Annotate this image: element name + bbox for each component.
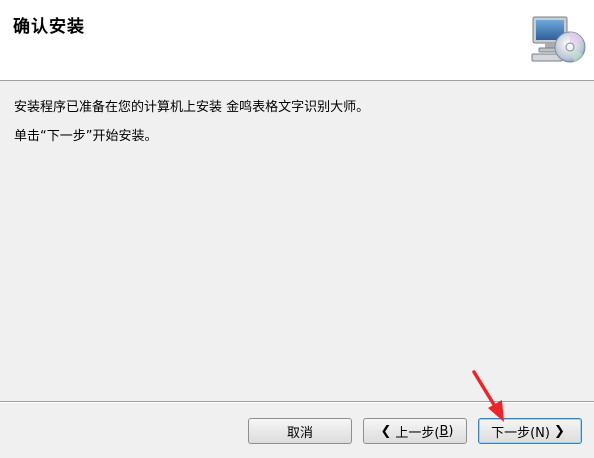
next-button-label: 下一步(N) <box>491 425 550 441</box>
header-band: 确认安装 <box>0 0 594 81</box>
back-button-accesskey: B <box>439 423 449 439</box>
installer-dialog: 确认安装 安装程序已准备在您的计算机上安装 金鸣表格文字识别大师。 单击“下一步… <box>0 0 594 458</box>
next-button[interactable]: 下一步(N) ❯ <box>478 418 582 444</box>
back-button-prefix: 上一步( <box>395 425 440 441</box>
page-title: 确认安装 <box>13 17 85 37</box>
cancel-button-label: 取消 <box>286 425 313 441</box>
back-button[interactable]: ❮ 上一步(B) <box>363 418 467 444</box>
computer-disc-icon <box>531 16 586 63</box>
chevron-left-icon: ❮ <box>380 423 392 439</box>
content-area: 安装程序已准备在您的计算机上安装 金鸣表格文字识别大师。 单击“下一步”开始安装… <box>14 99 574 157</box>
footer-divider <box>0 401 594 403</box>
back-button-suffix: ) <box>448 423 454 439</box>
install-ready-text: 安装程序已准备在您的计算机上安装 金鸣表格文字识别大师。 <box>14 100 370 115</box>
instruction-text: 单击“下一步”开始安装。 <box>14 129 158 144</box>
chevron-right-icon: ❯ <box>553 423 565 439</box>
cancel-button[interactable]: 取消 <box>248 418 352 444</box>
red-arrow-pointer-icon <box>472 370 504 422</box>
